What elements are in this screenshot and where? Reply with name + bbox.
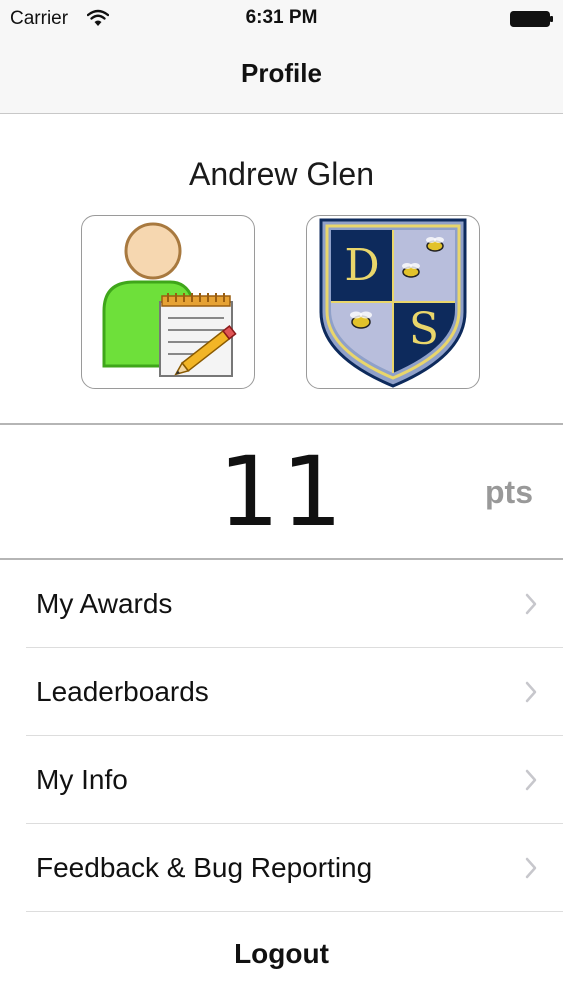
- profile-menu: My Awards Leaderboards My Info Feedback …: [0, 560, 563, 912]
- status-bar: Carrier 6:31 PM: [0, 0, 563, 38]
- crest-letter-d: D: [344, 240, 379, 291]
- chevron-right-icon: [525, 593, 537, 615]
- menu-item-label: Feedback & Bug Reporting: [36, 852, 373, 883]
- menu-item-my-info[interactable]: My Info: [26, 736, 563, 824]
- logout-button[interactable]: Logout: [0, 938, 563, 970]
- school-crest-icon: D S: [319, 218, 467, 388]
- points-top-divider: [0, 423, 563, 425]
- battery-icon: [510, 11, 553, 27]
- navigation-bar: Profile: [0, 38, 563, 114]
- menu-item-label: Leaderboards: [36, 676, 209, 707]
- bee-icon: [402, 263, 420, 278]
- bee-icon: [426, 237, 444, 252]
- menu-item-label: My Awards: [36, 588, 173, 619]
- page-title: Profile: [241, 58, 322, 88]
- crest-letter-s: S: [409, 304, 439, 355]
- profile-avatar-image[interactable]: [81, 215, 255, 389]
- menu-item-label: My Info: [36, 764, 128, 795]
- profile-name: Andrew Glen: [189, 156, 374, 192]
- menu-item-feedback-bug-reporting[interactable]: Feedback & Bug Reporting: [26, 824, 563, 912]
- points-unit: pts: [485, 474, 533, 510]
- status-time: 6:31 PM: [245, 7, 318, 28]
- menu-item-leaderboards[interactable]: Leaderboards: [26, 648, 563, 736]
- menu-item-my-awards[interactable]: My Awards: [26, 560, 563, 648]
- chevron-right-icon: [525, 681, 537, 703]
- avatar-with-notepad-icon: [102, 222, 237, 377]
- chevron-right-icon: [525, 769, 537, 791]
- points-value: 11: [218, 436, 345, 548]
- school-crest-image[interactable]: D S: [306, 215, 480, 389]
- chevron-right-icon: [525, 857, 537, 879]
- bee-icon: [350, 311, 372, 329]
